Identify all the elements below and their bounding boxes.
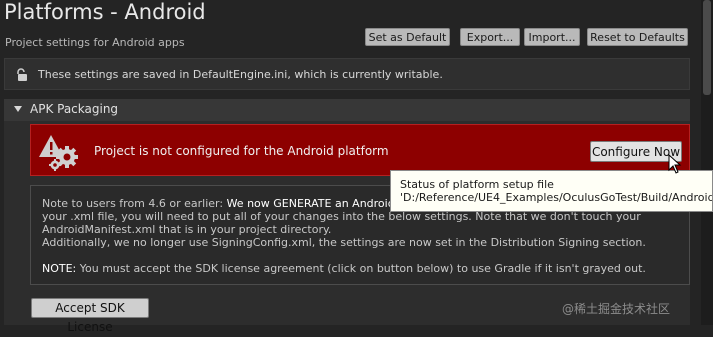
platform-status-tooltip: Status of platform setup file 'D:/Refere… [390, 170, 713, 212]
note-generate-word: GENERATE [273, 197, 332, 210]
unlock-icon [17, 68, 27, 81]
watermark-text: @稀土掘金技术社区 [562, 302, 671, 316]
note-line-5-rest: You must accept the SDK license agreemen… [76, 262, 646, 275]
note-line-1: Note to users from 4.6 or earlier: We no… [42, 197, 411, 210]
note-line-3: AndroidManifest.xml that is in your proj… [42, 223, 332, 236]
note-line-1-prefix: Note to users from 4.6 or earlier: [42, 197, 224, 210]
export-button[interactable]: Export... [460, 28, 520, 46]
tooltip-line-2: 'D:/Reference/UE4_Examples/OculusGoTest/… [400, 191, 713, 204]
page-subtitle: Project settings for Android apps [5, 36, 185, 49]
apk-packaging-section-header[interactable]: APK Packaging [4, 99, 690, 121]
scrollbar[interactable] [701, 0, 713, 325]
note-line-1-a: We now [223, 197, 274, 210]
note-line-4: Additionally, we no longer use SigningCo… [42, 236, 646, 249]
mouse-cursor-icon [668, 154, 682, 174]
config-status-bar: These settings are saved in DefaultEngin… [4, 58, 690, 90]
config-status-text: These settings are saved in DefaultEngin… [38, 68, 443, 81]
gear-warning-icon [39, 135, 78, 171]
page-title: Platforms - Android [4, 0, 206, 24]
import-button[interactable]: Import... [524, 28, 580, 46]
section-title: APK Packaging [30, 102, 119, 116]
banner-message: Project is not configured for the Androi… [94, 144, 389, 158]
reset-to-defaults-button[interactable]: Reset to Defaults [587, 28, 688, 46]
note-line-5-prefix: NOTE: [42, 262, 77, 275]
accept-sdk-license-button[interactable]: Accept SDK License [31, 298, 149, 334]
note-line-5: NOTE: You must accept the SDK license ag… [42, 262, 646, 275]
scrollbar-thumb[interactable] [703, 0, 711, 95]
set-as-default-button[interactable]: Set as Default [365, 28, 450, 46]
tooltip-line-1: Status of platform setup file [400, 178, 554, 191]
expand-arrow-icon[interactable] [14, 106, 22, 112]
